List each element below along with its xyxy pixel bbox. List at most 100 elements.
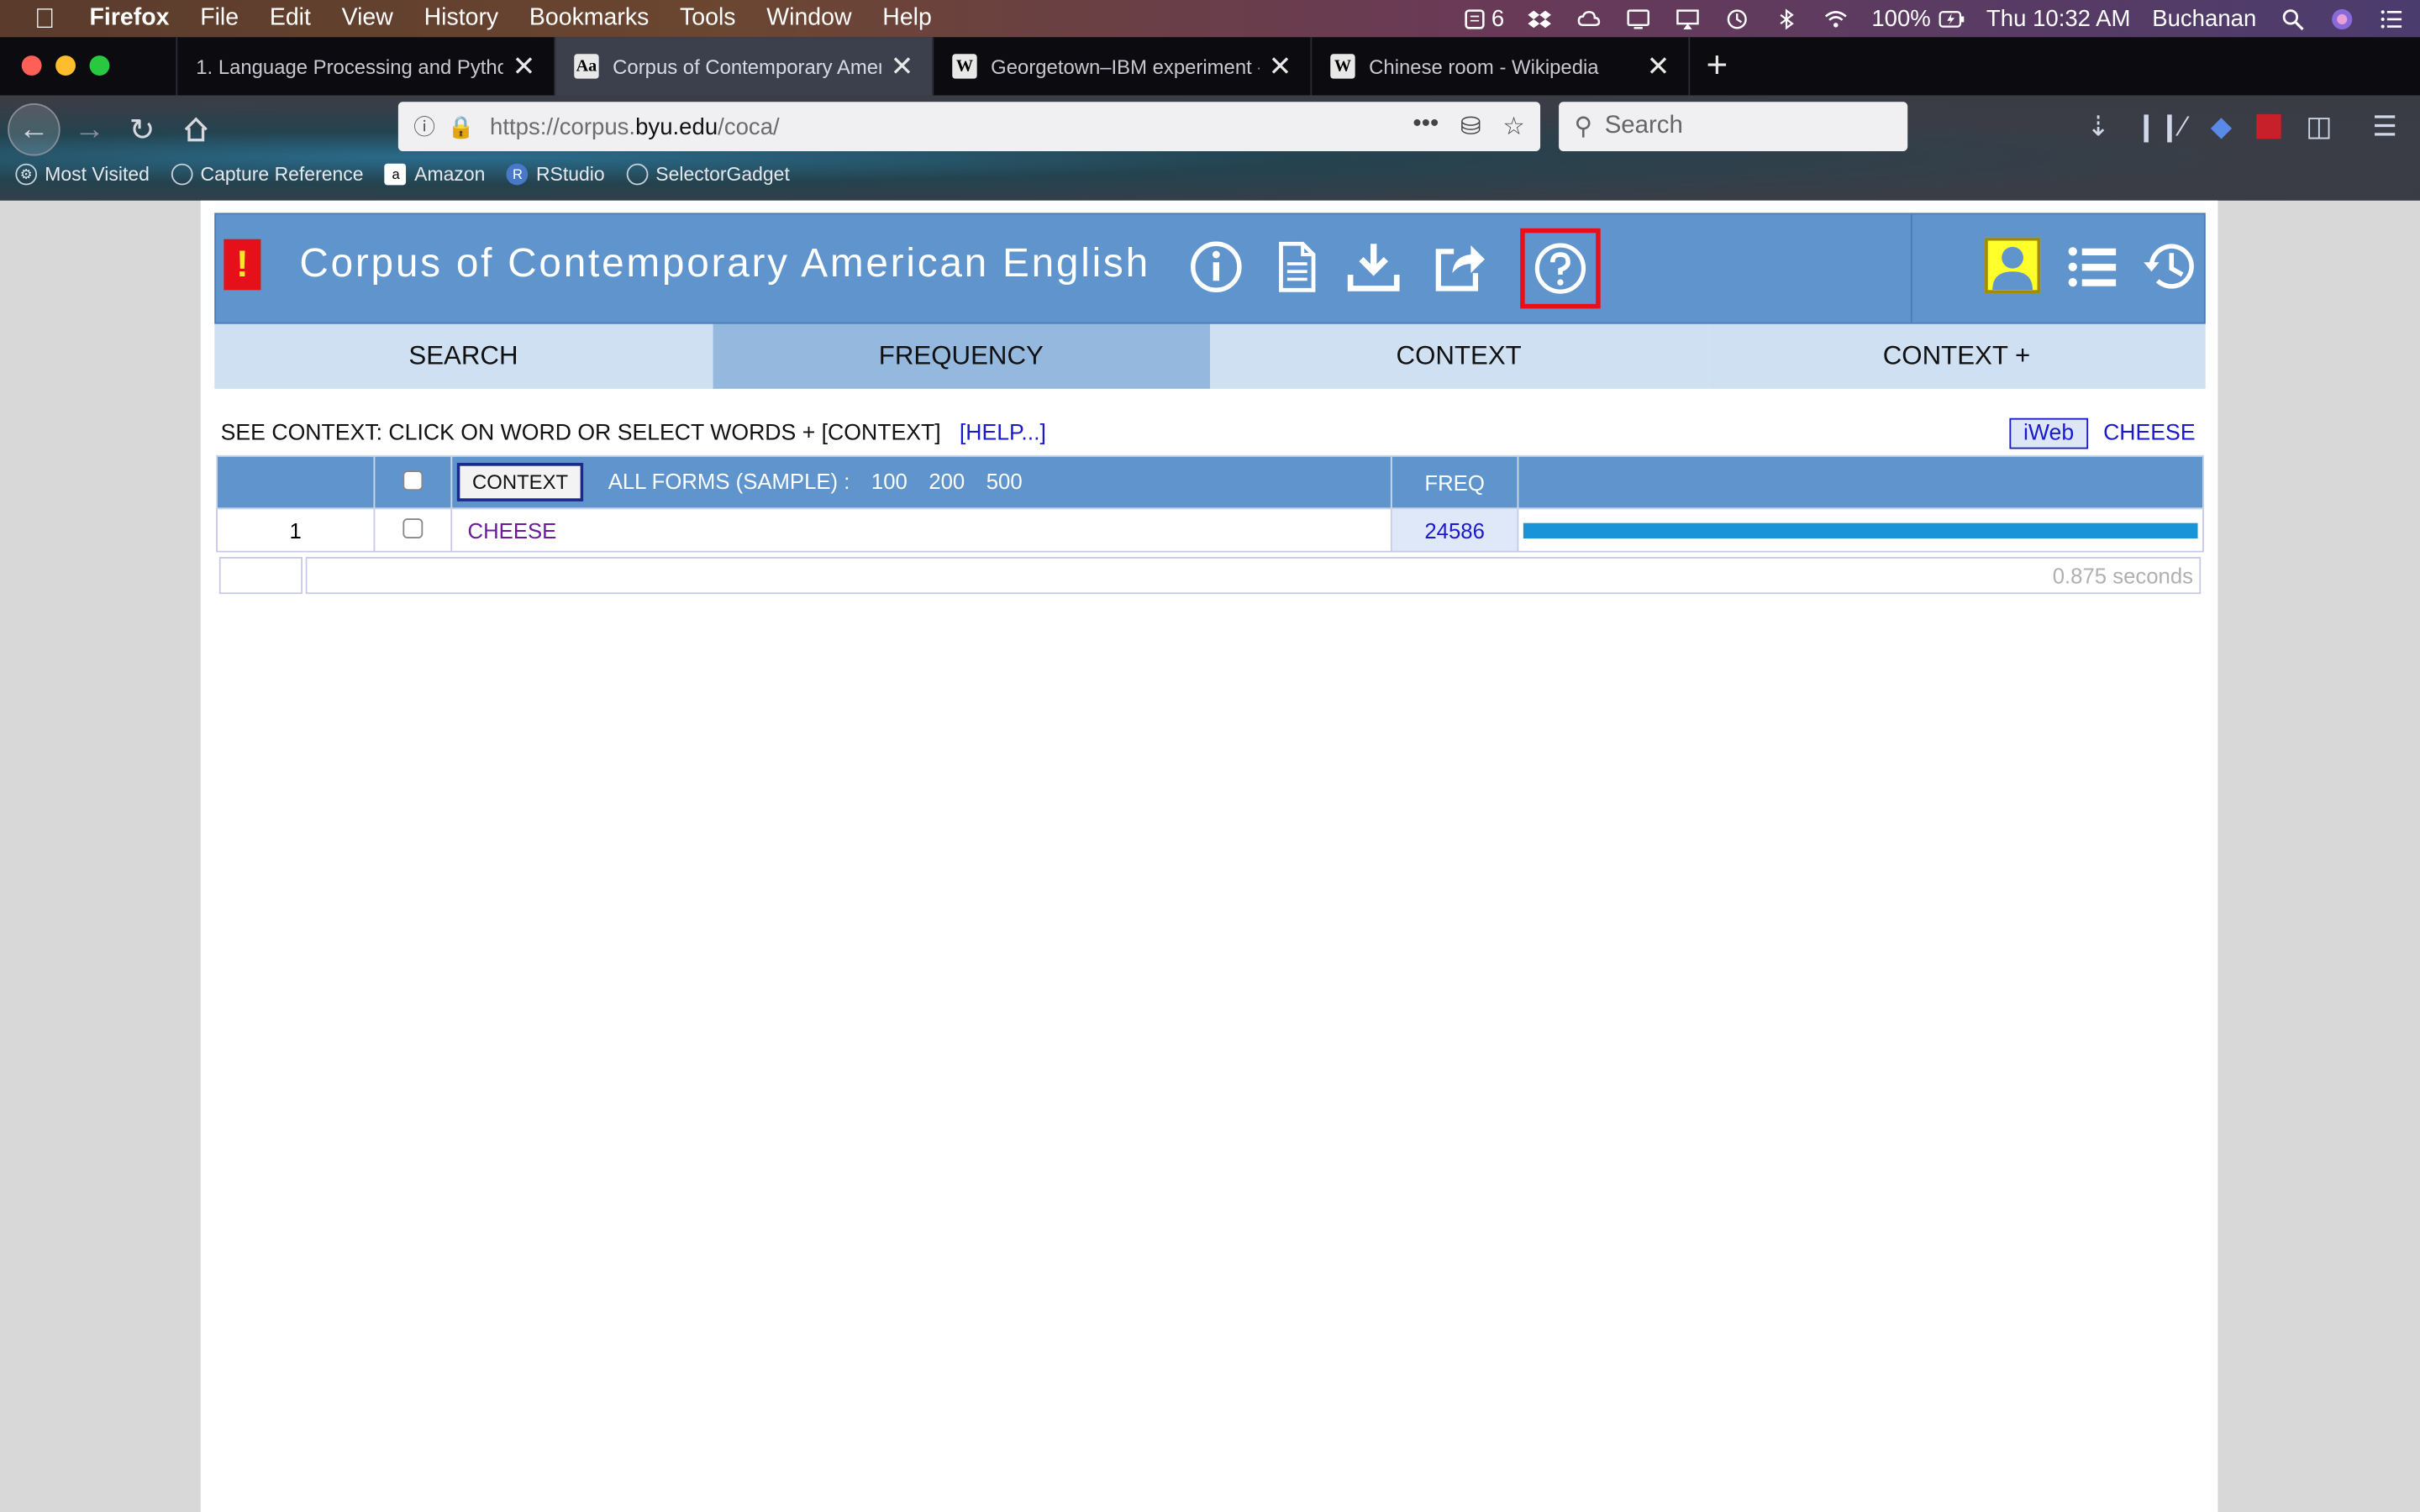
history-clock-icon[interactable] bbox=[2139, 236, 2201, 297]
menu-bookmarks[interactable]: Bookmarks bbox=[529, 5, 649, 33]
menu-tools[interactable]: Tools bbox=[680, 5, 735, 33]
tab-title: Chinese room - Wikipedia bbox=[1369, 55, 1599, 78]
download-icon[interactable] bbox=[1343, 236, 1404, 297]
menu-file[interactable]: File bbox=[200, 5, 239, 33]
context-instructions: SEE CONTEXT: CLICK ON WORD OR SELECT WOR… bbox=[221, 421, 1046, 445]
bookmark-item[interactable]: SelectorGadget bbox=[626, 163, 790, 186]
select-all-checkbox[interactable] bbox=[402, 470, 424, 491]
bookmark-item[interactable]: a Amazon bbox=[385, 163, 485, 186]
share-icon[interactable] bbox=[1429, 236, 1491, 297]
page-actions-icon[interactable]: ••• bbox=[1413, 111, 1439, 142]
menu-window[interactable]: Window bbox=[766, 5, 851, 33]
info-circle-icon[interactable] bbox=[1186, 236, 1247, 297]
frequency-table: CONTEXT ALL FORMS (SAMPLE) : 100 200 500… bbox=[216, 454, 2204, 553]
sample-200-link[interactable]: 200 bbox=[929, 469, 965, 493]
bookmark-item[interactable]: R RStudio bbox=[507, 163, 605, 186]
tab-context[interactable]: CONTEXT bbox=[1210, 323, 1708, 389]
all-forms-text: ALL FORMS (SAMPLE) : bbox=[608, 469, 850, 494]
rank-header bbox=[216, 454, 376, 510]
close-tab-icon[interactable]: ✕ bbox=[891, 50, 914, 83]
minimize-window-button[interactable] bbox=[55, 55, 76, 76]
menu-history[interactable]: History bbox=[424, 5, 499, 33]
help-link[interactable]: [HELP...] bbox=[960, 421, 1046, 445]
forward-arrow-icon[interactable]: → bbox=[71, 111, 108, 148]
close-tab-icon[interactable]: ✕ bbox=[513, 50, 536, 83]
close-tab-icon[interactable]: ✕ bbox=[1269, 50, 1292, 83]
row-word-link[interactable]: CHEESE bbox=[450, 507, 1392, 553]
back-arrow-icon[interactable]: ← bbox=[8, 103, 60, 156]
bookmark-star-icon[interactable]: ☆ bbox=[1502, 111, 1524, 142]
apple-menu-icon[interactable]:  bbox=[0, 3, 90, 35]
freq-header: FREQ bbox=[1390, 454, 1519, 510]
header-divider bbox=[1910, 214, 1912, 323]
home-icon[interactable] bbox=[176, 111, 216, 148]
status-area: 6 100% Thu 10:32 AM Buchanan bbox=[1460, 0, 2405, 37]
reload-icon[interactable]: ↻ bbox=[124, 111, 160, 148]
menu-edit[interactable]: Edit bbox=[270, 5, 311, 33]
search-input[interactable]: ⚲ Search bbox=[1559, 102, 1908, 152]
time-machine-icon[interactable] bbox=[1723, 6, 1751, 30]
browser-tab[interactable]: W Chinese room - Wikipedia ✕ bbox=[1310, 37, 1688, 96]
url-bar[interactable]: ⓘ 🔒 https://corpus. byu.edu/coca/ ••• ⛁ ☆ bbox=[397, 102, 1541, 152]
user-name[interactable]: Buchanan bbox=[2152, 5, 2256, 31]
instruction-text: SEE CONTEXT: CLICK ON WORD OR SELECT WOR… bbox=[220, 421, 941, 446]
wifi-icon[interactable] bbox=[1823, 6, 1850, 30]
row-rank: 1 bbox=[216, 507, 376, 553]
display-icon[interactable] bbox=[1624, 6, 1652, 30]
gear-icon: ⚙ bbox=[15, 163, 38, 186]
word-link[interactable]: CHEESE bbox=[2103, 421, 2196, 445]
bookmark-item[interactable]: Capture Reference bbox=[171, 163, 364, 186]
browser-tab-active[interactable]: Aa Corpus of Contemporary Ameri ✕ bbox=[554, 37, 933, 96]
context-button[interactable]: CONTEXT bbox=[456, 463, 584, 501]
dropbox-icon[interactable] bbox=[1526, 6, 1554, 30]
hamburger-menu-icon[interactable]: ☰ bbox=[2372, 111, 2397, 144]
sample-500-link[interactable]: 500 bbox=[986, 469, 1023, 493]
notes-icon[interactable] bbox=[1460, 6, 1488, 30]
macos-menubar:  Firefox File Edit View History Bookmar… bbox=[0, 0, 2420, 38]
menu-help[interactable]: Help bbox=[882, 5, 932, 33]
help-question-icon[interactable] bbox=[1520, 228, 1601, 309]
battery-icon[interactable] bbox=[1937, 6, 1965, 30]
bookmark-item[interactable]: ⚙ Most Visited bbox=[15, 163, 150, 186]
row-freq[interactable]: 24586 bbox=[1390, 507, 1519, 553]
tab-title: Georgetown–IBM experiment - bbox=[991, 55, 1260, 78]
airplay-icon[interactable] bbox=[1674, 6, 1702, 30]
notification-count: 6 bbox=[1491, 5, 1505, 32]
menu-app[interactable]: Firefox bbox=[90, 5, 170, 33]
all-forms-label: ALL FORMS (SAMPLE) : 100 200 500 bbox=[608, 469, 1038, 493]
siri-icon[interactable] bbox=[2328, 6, 2355, 30]
iweb-button[interactable]: iWeb bbox=[2009, 417, 2088, 449]
document-icon[interactable] bbox=[1265, 236, 1327, 297]
tab-frequency[interactable]: FREQUENCY bbox=[712, 323, 1211, 389]
spotlight-search-icon[interactable] bbox=[2278, 6, 2306, 30]
extension-icon[interactable]: ◆ bbox=[2211, 111, 2232, 144]
notification-center-icon[interactable] bbox=[2377, 6, 2405, 30]
info-icon[interactable]: ⓘ bbox=[413, 111, 435, 142]
amazon-icon: a bbox=[385, 163, 407, 186]
browser-tab[interactable]: W Georgetown–IBM experiment - ✕ bbox=[932, 37, 1310, 96]
page-content: ! Corpus of Contemporary American Englis… bbox=[200, 200, 2218, 1512]
extension-red-icon[interactable] bbox=[2256, 113, 2281, 139]
sample-100-link[interactable]: 100 bbox=[871, 469, 908, 493]
search-icon: ⚲ bbox=[1574, 113, 1592, 141]
list-icon[interactable] bbox=[2062, 236, 2123, 297]
new-tab-plus-icon[interactable]: + bbox=[1688, 37, 1744, 96]
browser-tab-bar: 1. Language Processing and Python ✕ Aa C… bbox=[0, 37, 2420, 96]
bluetooth-icon[interactable] bbox=[1773, 6, 1801, 30]
pocket-icon[interactable]: ⛁ bbox=[1460, 111, 1481, 142]
cloud-sync-icon[interactable] bbox=[1576, 6, 1603, 30]
library-icon[interactable]: ❙❙⁄ bbox=[2134, 111, 2186, 144]
alert-icon[interactable]: ! bbox=[224, 239, 261, 291]
user-profile-icon[interactable] bbox=[1985, 237, 2041, 293]
clock[interactable]: Thu 10:32 AM bbox=[1986, 5, 2131, 31]
browser-tab[interactable]: 1. Language Processing and Python ✕ bbox=[176, 37, 554, 96]
tab-context-plus[interactable]: CONTEXT + bbox=[1707, 323, 2206, 389]
zoom-window-button[interactable] bbox=[89, 55, 110, 76]
tab-search[interactable]: SEARCH bbox=[214, 323, 713, 389]
close-tab-icon[interactable]: ✕ bbox=[1647, 50, 1670, 83]
close-window-button[interactable] bbox=[21, 55, 42, 76]
menu-view[interactable]: View bbox=[342, 5, 393, 33]
row-checkbox[interactable] bbox=[402, 517, 424, 538]
downloads-icon[interactable]: ⇣ bbox=[2086, 111, 2110, 144]
sidebar-icon[interactable]: ◫ bbox=[2306, 111, 2332, 144]
